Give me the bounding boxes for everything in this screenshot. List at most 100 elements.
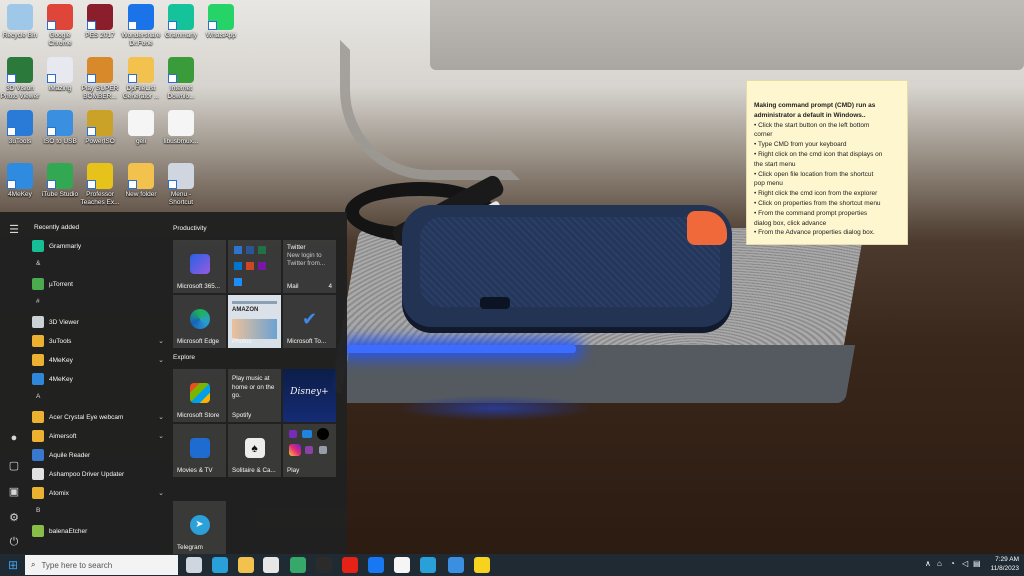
blue-reflection	[395, 395, 595, 421]
edge-icon[interactable]	[212, 557, 228, 573]
file-explorer-icon[interactable]	[238, 557, 254, 573]
clock[interactable]: 7:29 AM 11/8/2023	[985, 555, 1019, 573]
app-folder[interactable]: Acer Crystal Eye webcam ⌄	[32, 408, 164, 426]
wifi-icon[interactable]: ◔	[950, 559, 955, 568]
app-list-item[interactable]: balenaEtcher	[32, 522, 164, 540]
desktop-icon[interactable]: Internet Downlo...	[161, 57, 201, 100]
desktop-icon[interactable]: PES 2017	[80, 4, 120, 40]
telegram-icon: ➤	[189, 514, 210, 535]
desktop-icon[interactable]: Grammarly	[161, 4, 201, 40]
youtube-icon[interactable]	[342, 557, 358, 573]
edge-beta-icon[interactable]	[420, 557, 436, 573]
tile-label: Photos	[232, 338, 252, 345]
desktop-icon[interactable]: Google Chrome	[40, 4, 80, 47]
facebook-icon[interactable]	[368, 557, 384, 573]
app-list-item[interactable]: µTorrent	[32, 275, 164, 293]
app-list-letter[interactable]: A	[36, 393, 40, 400]
tile-label: Microsoft Edge	[177, 338, 219, 345]
desktop-icon[interactable]: PowerISO	[80, 110, 120, 146]
desktop-icon[interactable]: libusbmux...	[161, 110, 201, 146]
tile-microsoft-store[interactable]: Microsoft Store	[173, 369, 226, 422]
chevron-up-icon[interactable]: ∧	[925, 559, 931, 568]
app-folder[interactable]: 4MeKey ⌄	[32, 351, 164, 369]
pictures-icon[interactable]: ▣	[6, 484, 22, 500]
desktop-icon[interactable]: Professor Teaches Ex...	[80, 163, 120, 206]
app-label: Atomix	[49, 489, 69, 497]
desktop-icon[interactable]: Menu - Shortcut	[161, 163, 201, 206]
desktop-icon[interactable]: 4MeKey	[0, 163, 40, 199]
desktop-icon[interactable]: New folder	[121, 163, 161, 199]
mail-icon[interactable]	[448, 557, 464, 573]
tile-disney-plus[interactable]: Disney+	[283, 369, 336, 422]
desktop-icon-label: Play SUPER BOMBER...	[81, 85, 119, 100]
movies-icon	[189, 437, 210, 458]
app-list-item[interactable]: Grammarly	[32, 237, 164, 255]
imazing-icon	[47, 57, 73, 83]
tile-telegram[interactable]: ➤ Telegram	[173, 501, 226, 554]
tile-label: Solitaire & Ca...	[232, 467, 276, 474]
app-icon	[32, 468, 44, 480]
hat-icon[interactable]	[316, 557, 332, 573]
desktop-icon[interactable]: iTube Studio	[40, 163, 80, 199]
documents-icon[interactable]: ▢	[6, 458, 22, 474]
app-list-item[interactable]: 3D Viewer	[32, 313, 164, 331]
tile-movies-tv[interactable]: Movies & TV	[173, 424, 226, 477]
settings-icon[interactable]: ⚙	[6, 510, 22, 526]
tile-microsoft-todo[interactable]: ✔ Microsoft To...	[283, 295, 336, 348]
desktop-icon[interactable]: 3uTools	[0, 110, 40, 146]
desktop-icon[interactable]: iMazing	[40, 57, 80, 93]
edge-dev-icon[interactable]	[290, 557, 306, 573]
app-label: Grammarly	[49, 242, 82, 250]
skype-icon	[234, 278, 242, 286]
tile-spotify[interactable]: Play music at home or on the go. Spotify	[228, 369, 281, 422]
sticky-line: the start menu	[754, 160, 796, 168]
tile-microsoft-365[interactable]: Microsoft 365...	[173, 240, 226, 293]
desktop-icon[interactable]: 3D Vision Photo Viewer	[0, 57, 40, 100]
tile-solitaire[interactable]: ♠ Solitaire & Ca...	[228, 424, 281, 477]
folder-icon	[128, 57, 154, 83]
sticky-line: dialog box, click advance	[754, 219, 827, 227]
desktop-icon[interactable]: Recycle Bin	[0, 4, 40, 40]
network-icon[interactable]: ⌂	[937, 559, 942, 568]
desktop-icon[interactable]: ISO to USB	[40, 110, 80, 146]
app-list-letter[interactable]: #	[36, 298, 40, 305]
user-icon[interactable]: ●	[6, 430, 22, 446]
app-list-letter[interactable]: B	[36, 507, 40, 514]
sticky-notes-icon[interactable]	[474, 557, 490, 573]
tile-microsoft-edge[interactable]: Microsoft Edge	[173, 295, 226, 348]
tile-office-apps[interactable]	[228, 240, 281, 293]
desktop-icon-label: Recycle Bin	[2, 32, 38, 39]
desktop-icon[interactable]: Play SUPER BOMBER...	[80, 57, 120, 100]
app-list-item[interactable]: Ashampoo Driver Updater	[32, 465, 164, 483]
app-folder[interactable]: 3uTools ⌄	[32, 332, 164, 350]
tile-mail[interactable]: Twitter New login to Twitter from... Mai…	[283, 240, 336, 293]
professor-icon	[87, 163, 113, 189]
chevron-down-icon: ⌄	[158, 338, 164, 345]
outlook-icon	[234, 246, 242, 254]
app-folder[interactable]: Atomix ⌄	[32, 484, 164, 502]
app-label: balenaEtcher	[49, 527, 88, 535]
desktop-icon[interactable]: DpFileList Generator ...	[121, 57, 161, 100]
sticky-note[interactable]: Making command prompt (CMD) run as admin…	[746, 80, 908, 245]
whatsapp-icon	[208, 4, 234, 30]
task-view-icon[interactable]	[186, 557, 202, 573]
volume-icon[interactable]: ◁	[962, 559, 968, 568]
word-icon[interactable]	[394, 557, 410, 573]
desktop-icon[interactable]: Wondershare Dr.Fone	[121, 4, 161, 47]
tile-photos[interactable]: AMAZON Photos	[228, 295, 281, 348]
store-icon[interactable]	[263, 557, 279, 573]
portable-ssd	[402, 205, 732, 327]
desktop-icon[interactable]: geli	[121, 110, 161, 146]
desktop-icon[interactable]: WhatsApp	[201, 4, 241, 40]
app-list-letter[interactable]: &	[36, 260, 40, 267]
search-box[interactable]: ⌕ Type here to search	[25, 555, 178, 575]
app-folder[interactable]: Aimersoft ⌄	[32, 427, 164, 445]
power-icon[interactable]: ⏻	[6, 534, 22, 550]
app-list-item[interactable]: 4MeKey	[32, 370, 164, 388]
language-icon[interactable]: ▤	[973, 559, 981, 568]
app-list-item[interactable]: Aquile Reader	[32, 446, 164, 464]
ssd-texture	[420, 217, 720, 307]
hamburger-icon[interactable]: ☰	[6, 222, 22, 238]
windows-start-icon[interactable]: ⊞	[5, 557, 21, 573]
tile-play[interactable]: Play	[283, 424, 336, 477]
